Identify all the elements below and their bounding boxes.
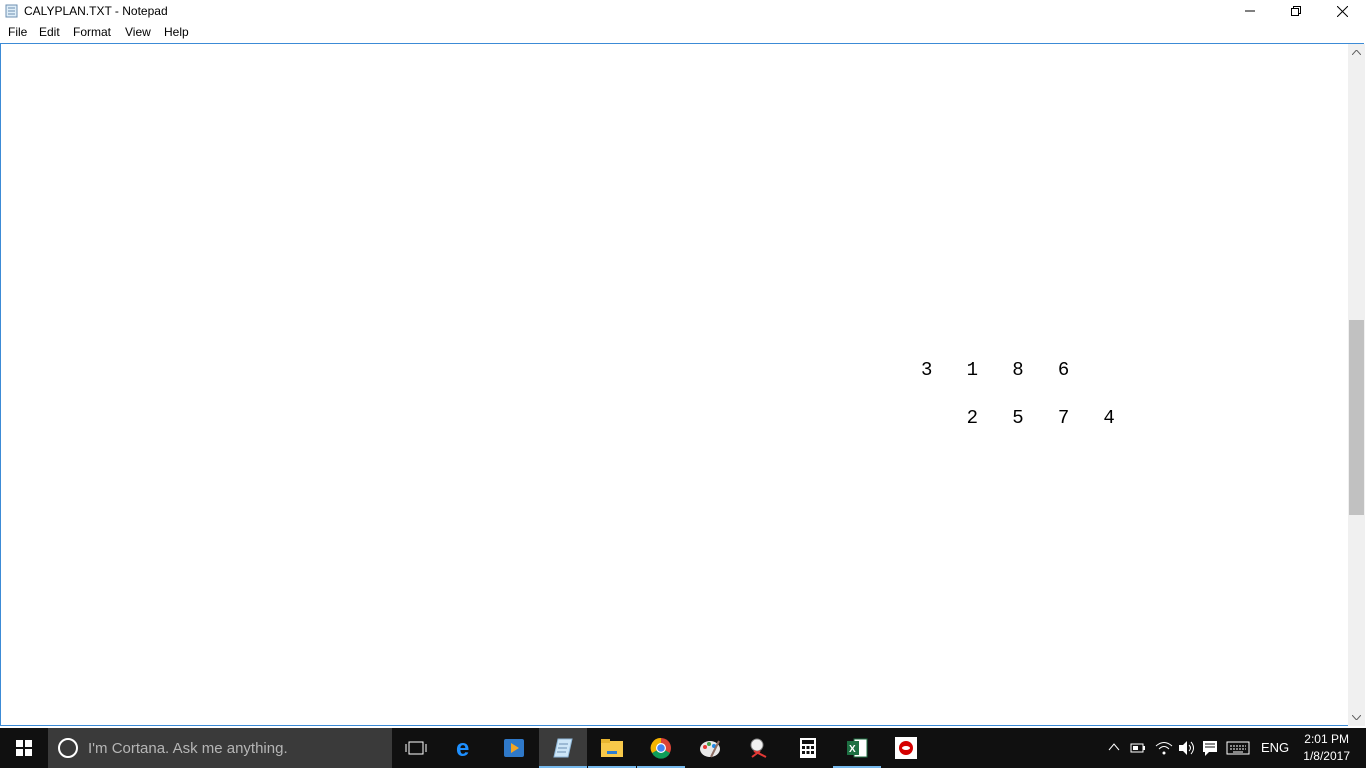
volume-icon[interactable] (1178, 740, 1196, 756)
notepad-icon (553, 738, 573, 758)
svg-text:e: e (456, 737, 469, 759)
text-editor[interactable]: 3 1 8 6 2 5 7 4 (0, 43, 1364, 726)
snipping-tool-icon (750, 738, 767, 758)
edge-button[interactable]: e (441, 728, 489, 768)
svg-text:X: X (849, 744, 856, 755)
red-app-button[interactable] (882, 728, 930, 768)
chevron-up-icon[interactable] (1108, 743, 1120, 751)
close-icon (1336, 5, 1348, 17)
paint-icon (700, 740, 720, 758)
media-player-button[interactable] (490, 728, 538, 768)
scroll-up-button[interactable] (1348, 44, 1365, 61)
cortana-icon (58, 738, 78, 758)
notepad-taskbar-button[interactable] (539, 728, 587, 768)
title-bar[interactable]: CALYPLAN.TXT - Notepad (0, 0, 1366, 22)
close-button[interactable] (1319, 0, 1365, 22)
window-title: CALYPLAN.TXT - Notepad (24, 4, 168, 18)
calculator-icon (800, 738, 816, 758)
wifi-icon[interactable] (1155, 740, 1173, 756)
taskbar: I'm Cortana. Ask me anything. e X ENG 2:… (0, 728, 1366, 768)
edge-icon: e (456, 737, 469, 759)
menu-view[interactable]: View (125, 25, 151, 39)
menu-file[interactable]: File (8, 25, 27, 39)
cortana-search-box[interactable]: I'm Cortana. Ask me anything. (48, 728, 392, 768)
task-view-icon (405, 741, 427, 755)
chevron-up-icon (1352, 50, 1361, 55)
media-player-icon (504, 739, 524, 757)
excel-icon: X (847, 738, 868, 758)
paint-button[interactable] (686, 728, 734, 768)
minimize-button[interactable] (1227, 0, 1273, 22)
scroll-down-button[interactable] (1348, 709, 1365, 726)
menu-edit[interactable]: Edit (39, 25, 60, 39)
task-view-button[interactable] (392, 728, 440, 768)
chrome-button[interactable] (637, 728, 685, 768)
chevron-down-icon (1352, 715, 1361, 720)
scroll-thumb[interactable] (1349, 320, 1364, 515)
restore-icon (1291, 6, 1301, 16)
menu-bar: File Edit Format View Help (0, 22, 1366, 43)
clock-date: 1/8/2017 (1303, 749, 1350, 763)
start-button[interactable] (0, 728, 48, 768)
language-indicator[interactable]: ENG (1261, 740, 1289, 755)
clock-time: 2:01 PM (1304, 732, 1349, 746)
vertical-scrollbar[interactable] (1348, 44, 1365, 726)
notepad-app-icon (5, 4, 18, 18)
file-explorer-button[interactable] (588, 728, 636, 768)
chrome-icon (650, 737, 671, 759)
notepad-window: CALYPLAN.TXT - Notepad File Edit Format … (0, 0, 1366, 728)
red-app-icon (895, 737, 917, 759)
calculator-button[interactable] (784, 728, 832, 768)
file-explorer-icon (601, 739, 623, 757)
notification-icon[interactable] (1202, 740, 1218, 756)
windows-logo-icon (16, 740, 32, 756)
menu-help[interactable]: Help (164, 25, 189, 39)
restore-button[interactable] (1273, 0, 1319, 22)
clock[interactable]: 2:01 PM 1/8/2017 (1303, 731, 1350, 765)
snipping-tool-button[interactable] (735, 728, 783, 768)
text-line-1: 3 1 8 6 (921, 359, 1070, 381)
battery-icon[interactable] (1130, 741, 1146, 755)
excel-button[interactable]: X (833, 728, 881, 768)
menu-format[interactable]: Format (73, 25, 111, 39)
text-line-2: 2 5 7 4 (921, 407, 1115, 429)
minimize-icon (1245, 10, 1255, 12)
cortana-placeholder: I'm Cortana. Ask me anything. (88, 740, 288, 757)
keyboard-icon[interactable] (1226, 741, 1250, 755)
